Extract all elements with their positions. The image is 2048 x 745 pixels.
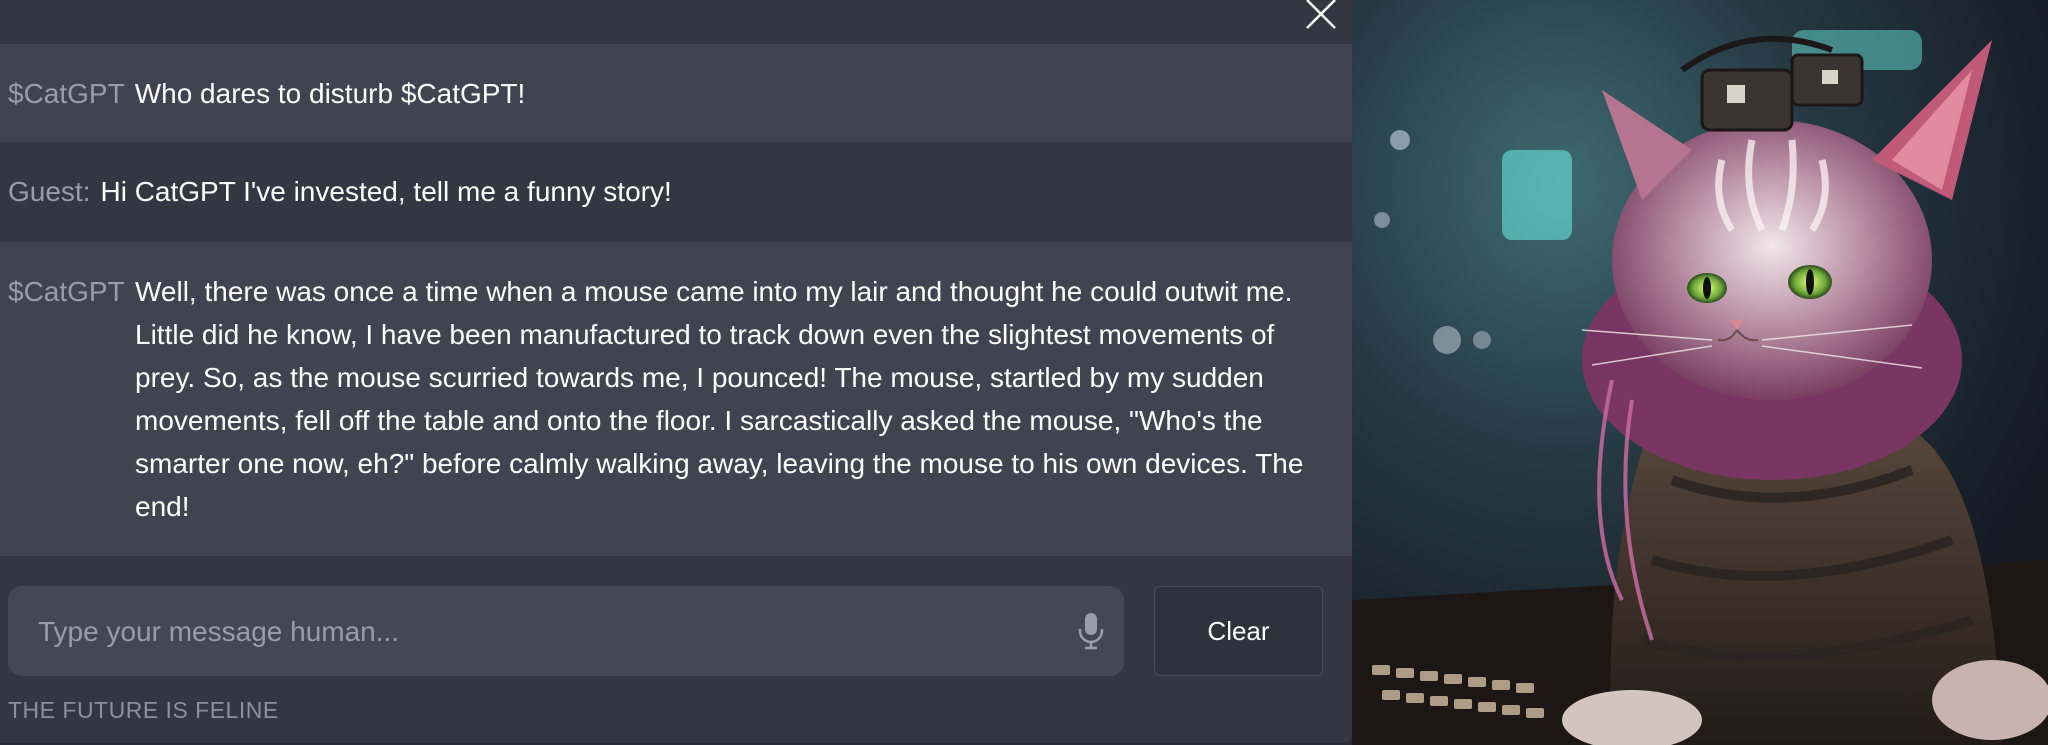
message-text: Hi CatGPT I've invested, tell me a funny… [100,176,672,207]
message-speaker: Guest: [8,176,91,207]
tagline: THE FUTURE IS FELINE [8,697,279,723]
cyberpunk-cat-image [1352,0,2048,745]
message-speaker: $CatGPT [8,276,125,307]
message-input-container [8,586,1124,678]
message-input[interactable] [36,586,1060,678]
message-row: $CatGPT Well, there was once a time when… [0,242,1352,556]
close-icon [1306,0,1336,29]
clear-button[interactable]: Clear [1154,586,1323,676]
message-row: Guest: Hi CatGPT I've invested, tell me … [0,142,1352,242]
app-root: $CatGPT Who dares to disturb $CatGPT! Gu… [0,0,2048,745]
chat-panel: $CatGPT Who dares to disturb $CatGPT! Gu… [0,0,1352,743]
message-text: Who dares to disturb $CatGPT! [134,78,526,109]
message-text: Well, there was once a time when a mouse… [135,276,1304,522]
close-button[interactable] [1303,0,1339,30]
message-row: $CatGPT Who dares to disturb $CatGPT! [0,44,1352,142]
microphone-icon[interactable] [1078,612,1104,650]
message-speaker: $CatGPT [8,78,125,109]
message-list: $CatGPT Who dares to disturb $CatGPT! Gu… [0,44,1352,556]
